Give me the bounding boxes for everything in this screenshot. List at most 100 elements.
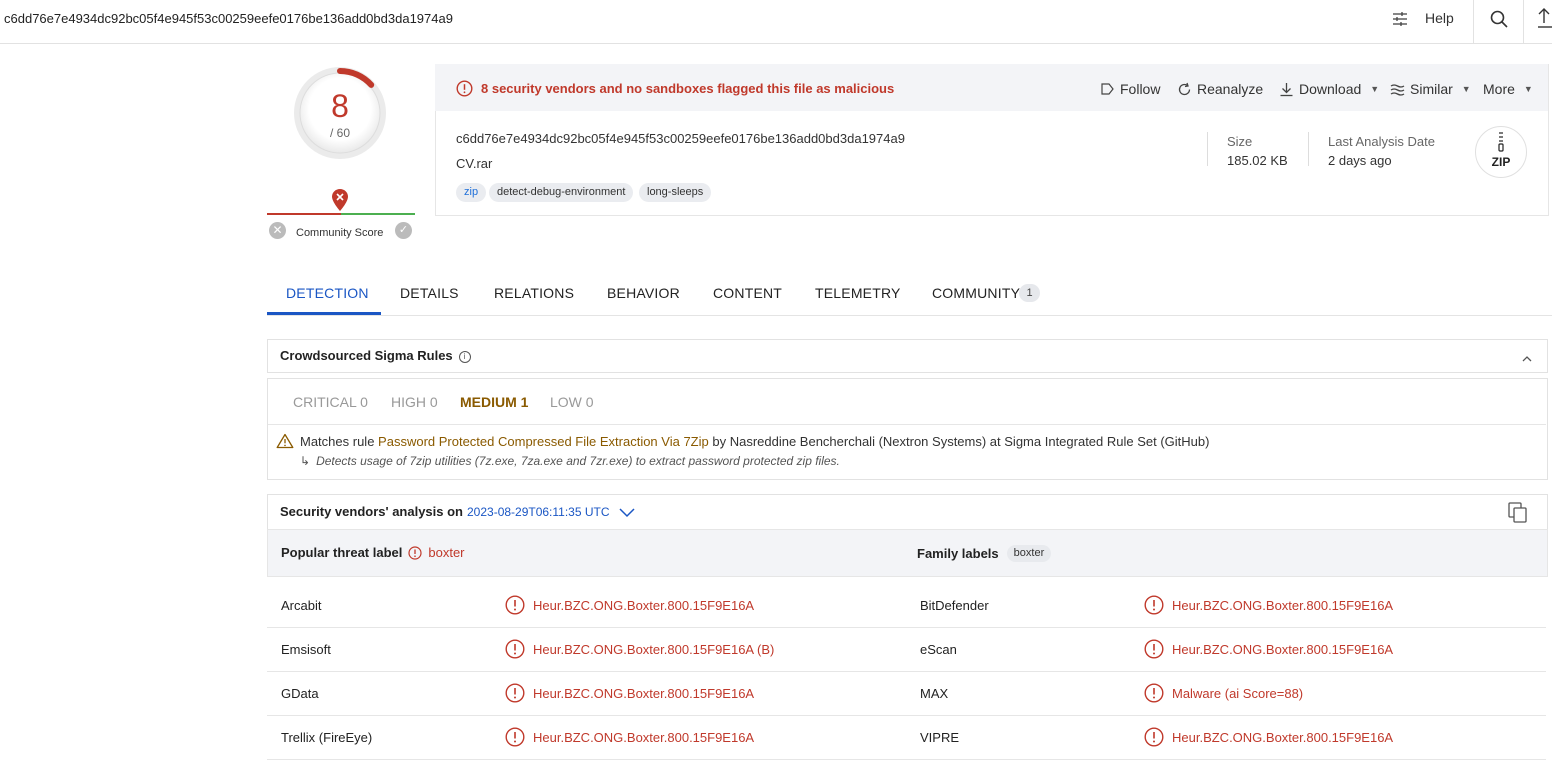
- size-value: 185.02 KB: [1227, 153, 1288, 168]
- vendor-result-text: Heur.BZC.ONG.Boxter.800.15F9E16A: [533, 597, 755, 613]
- threat-alert-icon: [408, 545, 422, 560]
- detection-count: 8: [331, 88, 349, 124]
- severity-critical[interactable]: CRITICAL 0: [293, 394, 368, 410]
- vendor-name: eScan: [920, 642, 957, 657]
- vendor-name: BitDefender: [920, 598, 989, 613]
- vendor-row: GData Heur.BZC.ONG.Boxter.800.15F9E16A MAX…: [267, 671, 1546, 716]
- vendor-result: Heur.BZC.ONG.Boxter.800.15F9E16A: [1144, 727, 1393, 747]
- vendor-result: Heur.BZC.ONG.Boxter.800.15F9E16A: [505, 683, 754, 703]
- vendor-result: Malware (ai Score=88): [1144, 683, 1303, 703]
- download-label: Download: [1299, 81, 1362, 97]
- vendor-row: Trellix (FireEye) Heur.BZC.ONG.Boxter.800…: [267, 715, 1546, 760]
- alert-icon: [456, 80, 473, 102]
- collapse-chevron-icon[interactable]: [1521, 350, 1533, 368]
- copy-icon[interactable]: [1508, 502, 1528, 529]
- vendor-result: Heur.BZC.ONG.Boxter.800.15F9E16A: [505, 727, 754, 747]
- family-label-pill[interactable]: boxter: [1006, 545, 1052, 562]
- reanalyze-button[interactable]: Reanalyze: [1177, 81, 1263, 97]
- severity-high[interactable]: HIGH 0: [391, 394, 438, 410]
- vendor-result-text: Heur.BZC.ONG.Boxter.800.15F9E16A: [533, 685, 755, 701]
- more-button[interactable]: More ▼: [1483, 81, 1533, 97]
- alert-icon: [505, 639, 525, 659]
- reanalyze-label: Reanalyze: [1197, 81, 1264, 97]
- rule-description-text: Detects usage of 7zip utilities (7z.exe,…: [316, 454, 840, 468]
- vendor-name: VIPRE: [920, 730, 960, 745]
- help-link[interactable]: Help: [1425, 10, 1454, 26]
- similar-icon: [1390, 83, 1405, 96]
- family-labels: Family labels boxter: [917, 545, 1052, 562]
- download-button[interactable]: Download ▼: [1279, 81, 1379, 97]
- tab-behavior[interactable]: BEHAVIOR: [607, 285, 680, 301]
- vote-malicious-button[interactable]: ✕: [269, 222, 286, 239]
- vote-harmless-button[interactable]: ✓: [395, 222, 412, 239]
- sigma-rule-match: Matches rule Password Protected Compress…: [300, 434, 1209, 449]
- chevron-down-icon: ▼: [1461, 84, 1471, 94]
- return-arrow-icon: ↳: [300, 454, 311, 468]
- tabs-divider: [267, 315, 1552, 316]
- community-count-badge: 1: [1019, 284, 1040, 302]
- more-label: More: [1483, 81, 1515, 97]
- sigma-rule-description: ↳ Detects usage of 7zip utilities (7z.exe…: [300, 454, 840, 468]
- tab-telemetry[interactable]: TELEMETRY: [815, 285, 901, 301]
- community-bar-negative: [267, 213, 341, 215]
- reanalyze-icon: [1178, 82, 1191, 95]
- severity-medium[interactable]: MEDIUM 1: [460, 394, 528, 410]
- vendor-row: Arcabit Heur.BZC.ONG.Boxter.800.15F9E16A B…: [267, 583, 1546, 628]
- tab-detection[interactable]: DETECTION: [286, 285, 369, 301]
- download-icon: [1280, 82, 1293, 96]
- info-icon[interactable]: i: [458, 351, 471, 363]
- vendor-result-text: Heur.BZC.ONG.Boxter.800.15F9E16A: [533, 729, 755, 745]
- follow-icon: [1101, 83, 1114, 95]
- active-tab-indicator: [267, 312, 381, 315]
- alert-icon: [505, 595, 525, 615]
- community-bar-positive: [341, 213, 415, 215]
- popular-threat-label: Popular threat label boxter: [281, 545, 465, 560]
- tab-content[interactable]: CONTENT: [713, 285, 782, 301]
- top-bar: c6dd76e7e4934dc92bc05f4e945f53c00259eefe…: [0, 0, 1552, 44]
- vendor-name: Trellix (FireEye): [281, 730, 373, 745]
- vendor-result-text: Heur.BZC.ONG.Boxter.800.15F9E16A: [1172, 597, 1394, 613]
- follow-button[interactable]: Follow: [1100, 81, 1160, 97]
- tag-zip[interactable]: zip: [456, 183, 487, 202]
- threat-label-value[interactable]: boxter: [428, 545, 464, 560]
- divider: [268, 424, 1546, 425]
- vendors-title-text: Security vendors' analysis on: [280, 504, 463, 519]
- analysis-date-link[interactable]: 2023-08-29T06:11:35 UTC: [467, 505, 610, 519]
- tag-detect-debug-environment[interactable]: detect-debug-environment: [489, 183, 634, 202]
- divider: [1308, 132, 1309, 166]
- warning-icon: [276, 433, 294, 454]
- rule-suffix: by Nasreddine Bencherchali (Nextron Syst…: [712, 434, 1210, 449]
- tab-community[interactable]: COMMUNITY: [932, 285, 1020, 301]
- alert-icon: [1144, 595, 1164, 615]
- sigma-rule-link[interactable]: Password Protected Compressed File Extra…: [378, 434, 709, 449]
- community-marker-icon: [332, 189, 348, 216]
- vendor-result-text: Malware (ai Score=88): [1172, 685, 1304, 701]
- upload-icon[interactable]: [1536, 6, 1552, 35]
- vendor-result: Heur.BZC.ONG.Boxter.800.15F9E16A: [1144, 639, 1393, 659]
- tag-long-sleeps[interactable]: long-sleeps: [639, 183, 712, 202]
- file-name: CV.rar: [456, 156, 493, 171]
- search-icon[interactable]: [1489, 9, 1509, 34]
- file-type-label: ZIP: [1491, 155, 1511, 169]
- size-label: Size: [1227, 134, 1253, 149]
- severity-low[interactable]: LOW 0: [550, 394, 594, 410]
- tab-details[interactable]: DETAILS: [400, 285, 459, 301]
- search-query-hash[interactable]: c6dd76e7e4934dc92bc05f4e945f53c00259eefe…: [4, 11, 453, 26]
- follow-label: Follow: [1120, 81, 1161, 97]
- divider: [1523, 0, 1524, 43]
- chevron-down-icon: ▼: [1370, 84, 1380, 94]
- filter-icon[interactable]: [1391, 10, 1409, 33]
- similar-button[interactable]: Similar ▼: [1390, 81, 1471, 97]
- chevron-down-icon[interactable]: [619, 505, 635, 523]
- tab-relations[interactable]: RELATIONS: [494, 285, 574, 301]
- vendor-result-text: Heur.BZC.ONG.Boxter.800.15F9E16A (B): [533, 641, 775, 657]
- family-labels-text: Family labels: [917, 546, 999, 561]
- alert-icon: [1144, 639, 1164, 659]
- vendor-result-text: Heur.BZC.ONG.Boxter.800.15F9E16A: [1172, 729, 1394, 745]
- rule-prefix: Matches rule: [300, 434, 375, 449]
- vendor-row: Emsisoft Heur.BZC.ONG.Boxter.800.15F9E16A…: [267, 627, 1546, 672]
- vendor-name: MAX: [920, 686, 949, 701]
- vendors-title: Security vendors' analysis on 2023-08-29T…: [280, 504, 610, 519]
- vendor-result-text: Heur.BZC.ONG.Boxter.800.15F9E16A: [1172, 641, 1394, 657]
- vendor-result: Heur.BZC.ONG.Boxter.800.15F9E16A: [1144, 595, 1393, 615]
